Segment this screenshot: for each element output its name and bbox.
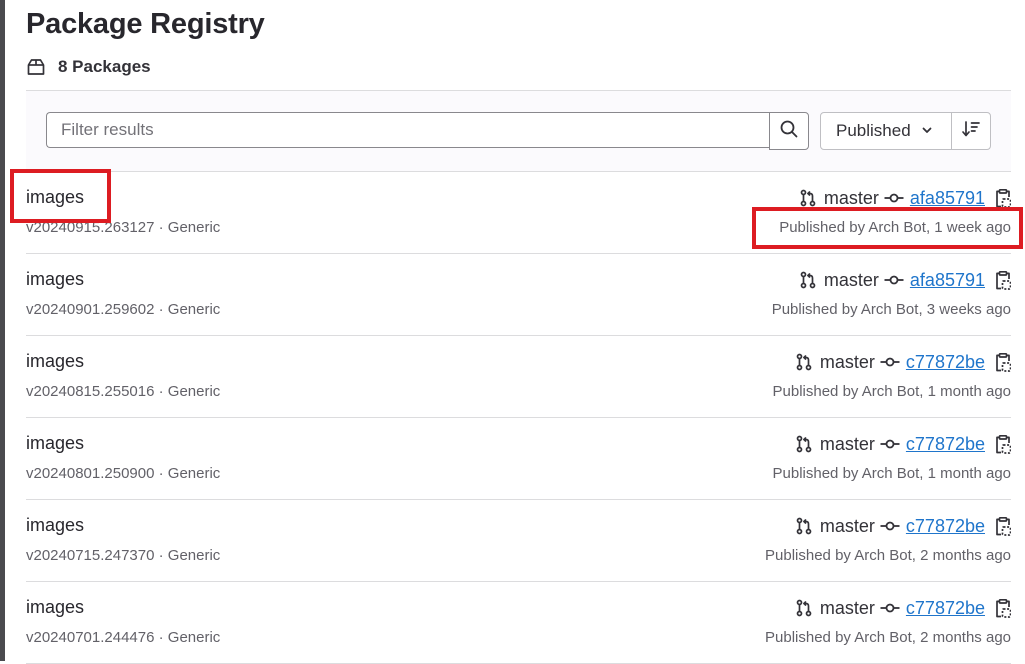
commit-link[interactable]: c77872be bbox=[906, 434, 985, 455]
package-version-meta: v20240715.247370 · Generic bbox=[26, 547, 221, 564]
branch-name: master bbox=[819, 597, 875, 618]
package-row: images v20240715.247370 · Generic master c7… bbox=[26, 500, 1011, 582]
package-source: master c77872be bbox=[795, 351, 1011, 373]
branch-name: master bbox=[819, 351, 875, 372]
package-name-link[interactable]: images bbox=[26, 597, 84, 618]
commit-icon bbox=[884, 191, 904, 205]
package-version-meta: v20240915.263127 · Generic bbox=[26, 219, 221, 236]
package-row: images v20240915.263127 · Generic master af… bbox=[26, 172, 1011, 254]
package-row: images v20240815.255016 · Generic master c7… bbox=[26, 336, 1011, 418]
commit-link[interactable]: c77872be bbox=[906, 598, 985, 619]
commit-link[interactable]: afa85791 bbox=[910, 188, 985, 209]
package-name-link[interactable]: images bbox=[26, 351, 84, 372]
merge-request-branch-icon bbox=[795, 435, 813, 453]
published-info: Published by Arch Bot, 1 week ago bbox=[779, 219, 1011, 236]
published-info: Published by Arch Bot, 1 month ago bbox=[772, 465, 1011, 482]
commit-icon bbox=[880, 437, 900, 451]
package-source: master afa85791 bbox=[799, 187, 1011, 209]
sort-dropdown-label: Published bbox=[836, 121, 911, 140]
package-version-meta: v20240901.259602 · Generic bbox=[26, 301, 221, 318]
search-button[interactable] bbox=[769, 112, 809, 150]
package-source: master c77872be bbox=[795, 433, 1011, 455]
sort-direction-button[interactable] bbox=[951, 112, 991, 150]
chevron-down-icon bbox=[911, 121, 933, 141]
copy-to-clipboard-icon[interactable] bbox=[995, 352, 1011, 372]
package-version-meta: v20240701.244476 · Generic bbox=[26, 629, 221, 646]
package-name-link[interactable]: images bbox=[26, 515, 84, 536]
package-icon bbox=[26, 57, 46, 77]
filter-bar: Published bbox=[26, 91, 1011, 172]
filter-input[interactable] bbox=[46, 112, 769, 148]
published-info: Published by Arch Bot, 2 months ago bbox=[765, 547, 1011, 564]
merge-request-branch-icon bbox=[795, 599, 813, 617]
package-name-link[interactable]: images bbox=[26, 433, 84, 454]
commit-link[interactable]: c77872be bbox=[906, 516, 985, 537]
package-list: images v20240915.263127 · Generic master af… bbox=[26, 172, 1011, 664]
commit-icon bbox=[880, 519, 900, 533]
sort-dropdown[interactable]: Published bbox=[820, 112, 952, 150]
package-source: master afa85791 bbox=[799, 269, 1011, 291]
branch-name: master bbox=[823, 269, 879, 290]
package-row: images v20240701.244476 · Generic master c7… bbox=[26, 582, 1011, 664]
commit-link[interactable]: afa85791 bbox=[910, 270, 985, 291]
package-name-link[interactable]: images bbox=[26, 269, 84, 290]
copy-to-clipboard-icon[interactable] bbox=[995, 188, 1011, 208]
commit-icon bbox=[880, 355, 900, 369]
package-name-link[interactable]: images bbox=[26, 187, 84, 208]
sort-direction-icon bbox=[961, 119, 981, 144]
branch-name: master bbox=[823, 187, 879, 208]
commit-icon bbox=[884, 273, 904, 287]
package-version-meta: v20240801.250900 · Generic bbox=[26, 465, 221, 482]
package-row: images v20240801.250900 · Generic master c7… bbox=[26, 418, 1011, 500]
copy-to-clipboard-icon[interactable] bbox=[995, 516, 1011, 536]
package-count-label: 8 Packages bbox=[58, 57, 151, 76]
merge-request-branch-icon bbox=[799, 271, 817, 289]
window-left-edge bbox=[0, 0, 5, 661]
published-info: Published by Arch Bot, 2 months ago bbox=[765, 629, 1011, 646]
branch-name: master bbox=[819, 515, 875, 536]
copy-to-clipboard-icon[interactable] bbox=[995, 434, 1011, 454]
package-version-meta: v20240815.255016 · Generic bbox=[26, 383, 221, 400]
package-row: images v20240901.259602 · Generic master af… bbox=[26, 254, 1011, 336]
merge-request-branch-icon bbox=[799, 189, 817, 207]
copy-to-clipboard-icon[interactable] bbox=[995, 598, 1011, 618]
branch-name: master bbox=[819, 433, 875, 454]
page-title: Package Registry bbox=[26, 8, 265, 40]
commit-link[interactable]: c77872be bbox=[906, 352, 985, 373]
commit-icon bbox=[880, 601, 900, 615]
published-info: Published by Arch Bot, 3 weeks ago bbox=[771, 301, 1011, 318]
merge-request-branch-icon bbox=[795, 517, 813, 535]
copy-to-clipboard-icon[interactable] bbox=[995, 270, 1011, 290]
package-source: master c77872be bbox=[795, 597, 1011, 619]
package-count: 8 Packages bbox=[26, 56, 151, 78]
package-source: master c77872be bbox=[795, 515, 1011, 537]
search-icon bbox=[780, 120, 798, 143]
published-info: Published by Arch Bot, 1 month ago bbox=[772, 383, 1011, 400]
merge-request-branch-icon bbox=[795, 353, 813, 371]
